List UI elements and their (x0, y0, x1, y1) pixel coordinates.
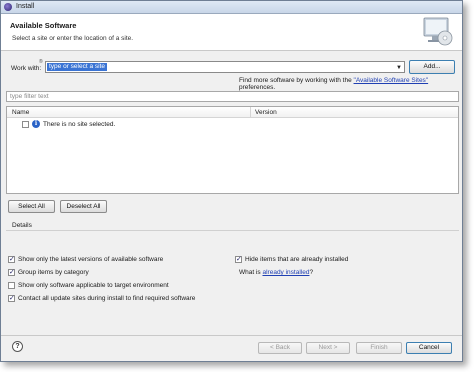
add-site-button[interactable]: Add... (409, 60, 455, 74)
select-all-button[interactable]: Select All (8, 200, 55, 213)
row-text: There is no site selected. (43, 121, 116, 128)
column-version[interactable]: Version (255, 109, 277, 116)
what-is-prefix: What is (239, 269, 263, 276)
more-software-suffix: preferences. (239, 84, 276, 91)
hide-installed-checkbox[interactable] (235, 255, 242, 263)
install-banner-icon (423, 17, 453, 46)
contact-sites-checkbox[interactable] (8, 294, 15, 302)
table-header: Name Version (7, 107, 458, 118)
wizard-header: Available Software Select a site or ente… (1, 14, 462, 51)
finish-button[interactable]: Finish (356, 342, 402, 354)
install-dialog: Install Available Software Select a site… (0, 0, 463, 362)
row-checkbox[interactable] (22, 121, 29, 128)
title-bar[interactable]: Install (1, 1, 462, 14)
footer-separator (1, 335, 462, 336)
filter-input[interactable]: type filter text (6, 91, 459, 102)
column-name[interactable]: Name (12, 109, 29, 116)
latest-versions-label[interactable]: Show only the latest versions of availab… (18, 256, 163, 263)
details-label: Details (12, 222, 32, 229)
info-icon: i (32, 120, 40, 128)
applicable-only-checkbox[interactable] (8, 282, 15, 289)
what-is-installed-text: What is already installed? (239, 269, 313, 278)
page-title: Available Software (10, 21, 77, 30)
work-with-value[interactable]: type or select a site (47, 63, 107, 71)
group-by-category-label[interactable]: Group items by category (18, 269, 89, 276)
window-title: Install (16, 3, 35, 10)
work-with-combo[interactable]: type or select a site ▼ (45, 61, 405, 73)
details-area (6, 230, 459, 252)
contact-sites-label[interactable]: Contact all update sites during install … (18, 295, 195, 302)
more-software-text: Find more software by working with the "… (239, 77, 462, 91)
work-with-label: Work with: (11, 65, 42, 72)
latest-versions-checkbox[interactable] (8, 255, 15, 263)
column-divider[interactable] (250, 107, 251, 118)
hide-installed-label[interactable]: Hide items that are already installed (245, 256, 348, 263)
next-button[interactable]: Next > (306, 342, 350, 354)
back-button[interactable]: < Back (258, 342, 302, 354)
deselect-all-button[interactable]: Deselect All (60, 200, 107, 213)
group-by-category-checkbox[interactable] (8, 268, 15, 276)
eclipse-icon (4, 3, 12, 11)
dropdown-arrow-icon[interactable]: ▼ (396, 65, 402, 71)
already-installed-link[interactable]: already installed (262, 269, 309, 276)
what-is-suffix: ? (309, 269, 314, 276)
cancel-button[interactable]: Cancel (406, 342, 452, 354)
page-description: Select a site or enter the location of a… (12, 35, 134, 42)
available-software-sites-link[interactable]: "Available Software Sites" (354, 77, 429, 84)
more-software-prefix: Find more software by working with the (239, 77, 354, 84)
work-with-help-marker: ® (39, 59, 43, 65)
help-icon[interactable]: ? (12, 341, 23, 352)
applicable-only-label[interactable]: Show only software applicable to target … (18, 282, 169, 289)
software-table: Name Version i There is no site selected… (6, 106, 459, 194)
